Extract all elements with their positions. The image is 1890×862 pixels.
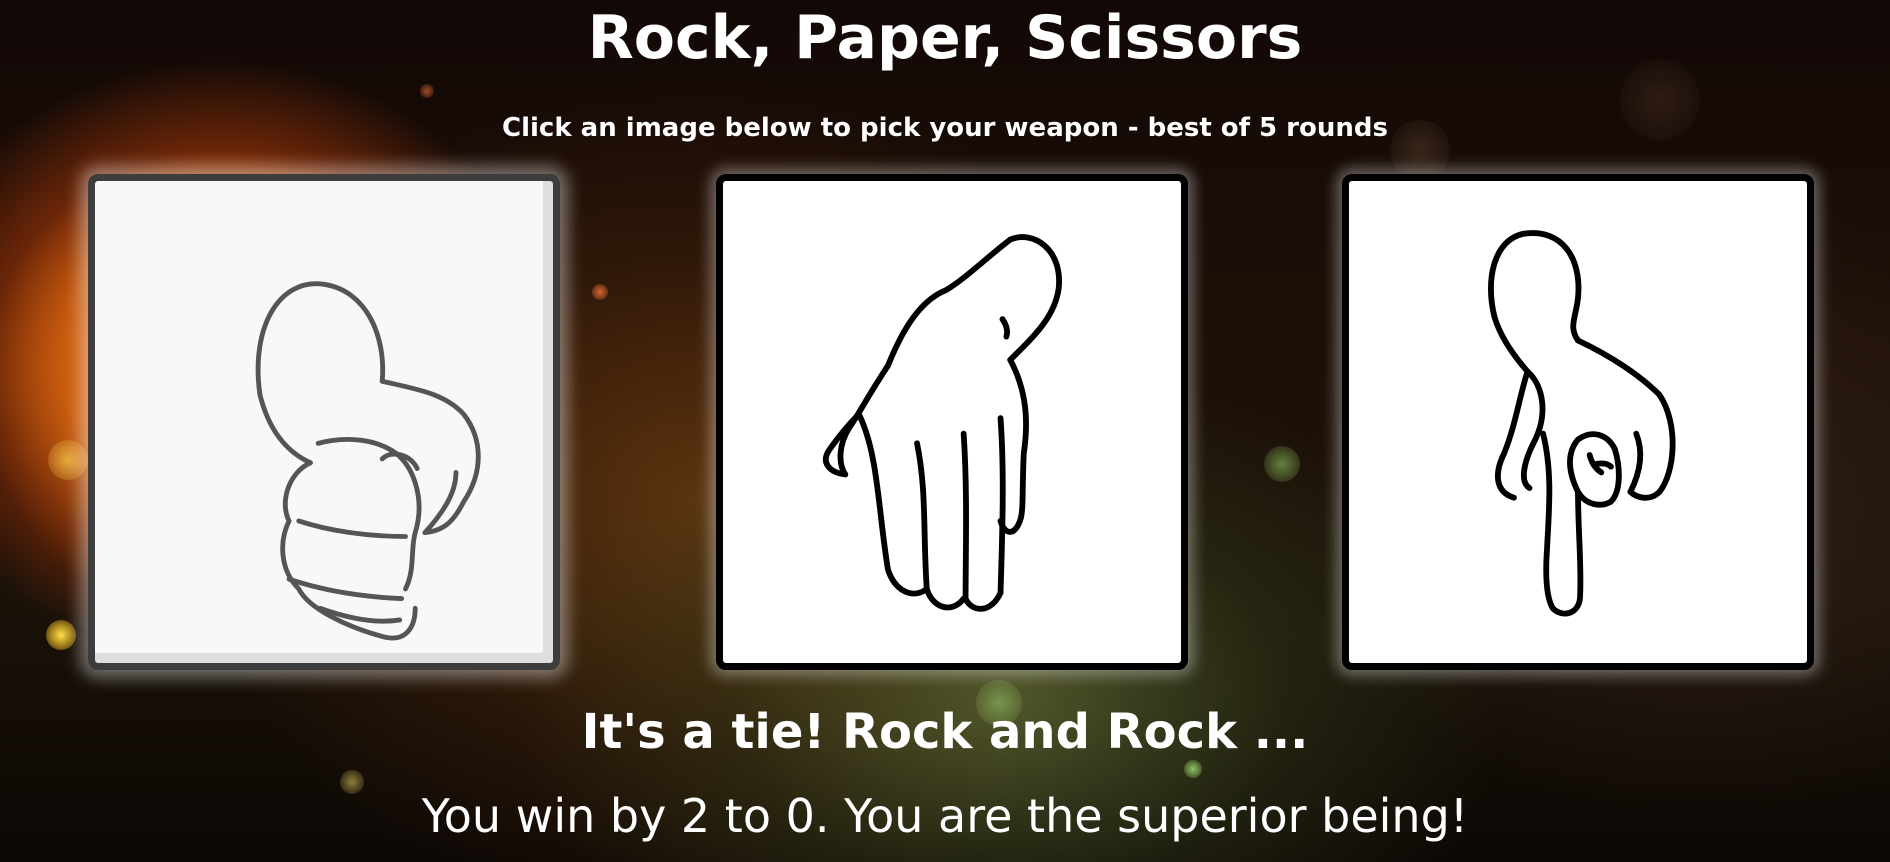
score-message-text: You win by 2 to 0. You are the superior … [421,789,1469,843]
bokeh-light [48,440,88,480]
paper-choice-button[interactable] [716,174,1188,670]
scissors-hand-icon [1488,230,1676,617]
rock-choice-button[interactable] [88,174,560,670]
bokeh-light [1264,446,1300,482]
rock-hand-icon [255,281,481,641]
scissors-choice-button[interactable] [1342,174,1814,670]
round-result-text: It's a tie! Rock and Rock ... [581,704,1309,760]
game-title: Rock, Paper, Scissors [587,3,1303,73]
bokeh-light [420,84,434,98]
bokeh-light [592,284,608,300]
bokeh-light [46,620,76,650]
paper-hand-icon [822,234,1062,612]
instructions-text: Click an image below to pick your weapon… [502,113,1388,143]
